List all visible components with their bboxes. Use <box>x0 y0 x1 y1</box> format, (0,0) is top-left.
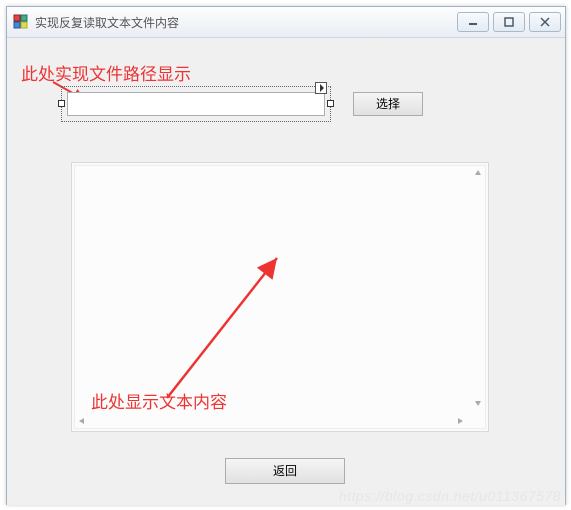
window-title: 实现反复读取文本文件内容 <box>35 14 457 31</box>
window-controls <box>457 12 561 32</box>
scroll-up-icon[interactable] <box>470 165 486 181</box>
annotation-path-hint: 此处实现文件路径显示 <box>21 60 191 85</box>
designer-selection-outline <box>61 86 331 122</box>
form-designer-window: 实现反复读取文本文件内容 此处实现文件路径显示 <box>6 6 566 505</box>
resize-handle-right[interactable] <box>327 100 334 107</box>
titlebar: 实现反复读取文本文件内容 <box>7 7 565 38</box>
resize-handle-left[interactable] <box>58 100 65 107</box>
maximize-button[interactable] <box>493 12 525 32</box>
close-button[interactable] <box>529 12 561 32</box>
smart-tag-icon[interactable] <box>315 82 327 94</box>
return-button[interactable]: 返回 <box>225 458 345 484</box>
scroll-left-icon[interactable] <box>74 413 90 429</box>
app-icon <box>13 14 29 30</box>
content-inner <box>74 165 486 429</box>
content-textbox[interactable] <box>71 162 489 432</box>
horizontal-scrollbar[interactable] <box>74 413 468 429</box>
minimize-button[interactable] <box>457 12 489 32</box>
path-input-container <box>67 92 325 116</box>
vertical-scrollbar[interactable] <box>470 165 486 411</box>
client-area: 此处实现文件路径显示 选择 <box>7 38 565 505</box>
scroll-down-icon[interactable] <box>470 395 486 411</box>
select-button[interactable]: 选择 <box>353 92 423 116</box>
scroll-right-icon[interactable] <box>452 413 468 429</box>
